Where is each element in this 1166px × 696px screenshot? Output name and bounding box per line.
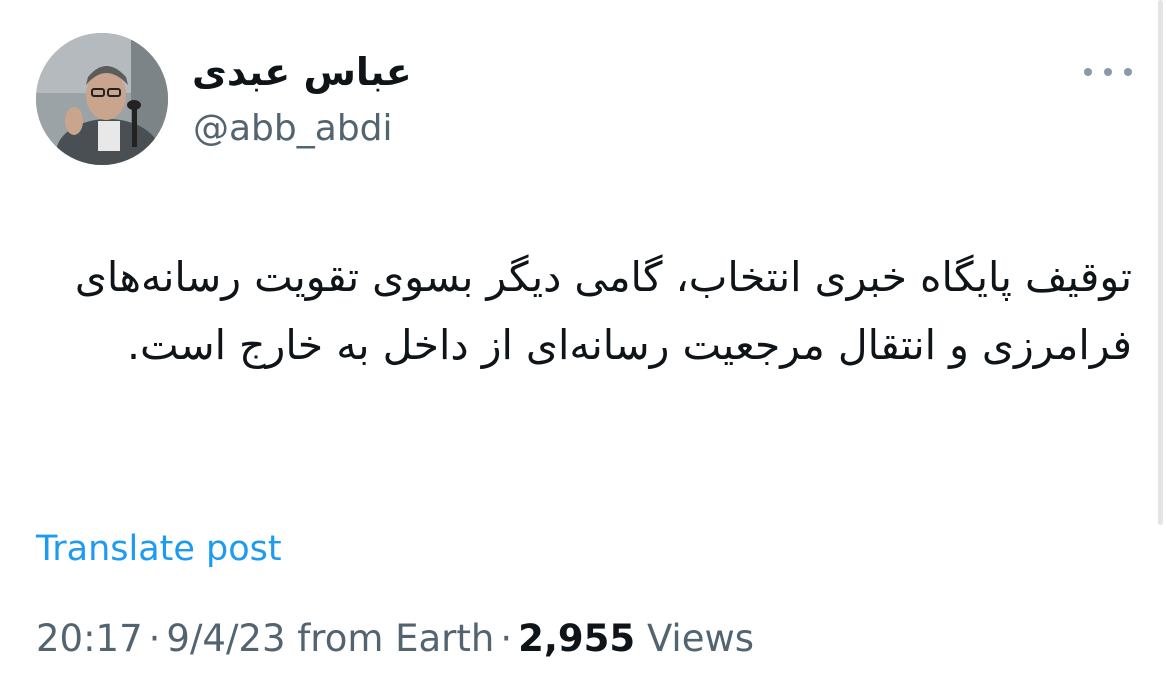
meta-separator: ·	[148, 617, 161, 660]
avatar[interactable]	[36, 33, 168, 165]
more-horizontal-icon	[1104, 68, 1112, 76]
tweet-text: توقیف پایگاه خبری انتخاب، گامی دیگر بسوی…	[74, 253, 1132, 369]
views-count[interactable]: 2,955	[518, 617, 635, 660]
more-horizontal-icon	[1124, 68, 1132, 76]
more-horizontal-icon	[1084, 68, 1092, 76]
tweet-date[interactable]: 9/4/23	[166, 617, 285, 660]
tweet-source: from Earth	[297, 617, 495, 660]
views-label[interactable]: Views	[647, 617, 754, 660]
meta-separator: ·	[500, 617, 513, 660]
author-display-name[interactable]: عباس عبدی	[192, 48, 412, 96]
tweet-metadata: 20:17 · 9/4/23 from Earth · 2,955 Views	[36, 614, 754, 664]
profile-photo	[36, 33, 168, 165]
tweet-time[interactable]: 20:17	[36, 617, 143, 660]
more-options-button[interactable]	[1084, 58, 1132, 86]
translate-post-link[interactable]: Translate post	[36, 526, 282, 572]
scrollbar[interactable]	[1158, 0, 1163, 525]
author-handle[interactable]: @abb_abdi	[193, 106, 393, 152]
